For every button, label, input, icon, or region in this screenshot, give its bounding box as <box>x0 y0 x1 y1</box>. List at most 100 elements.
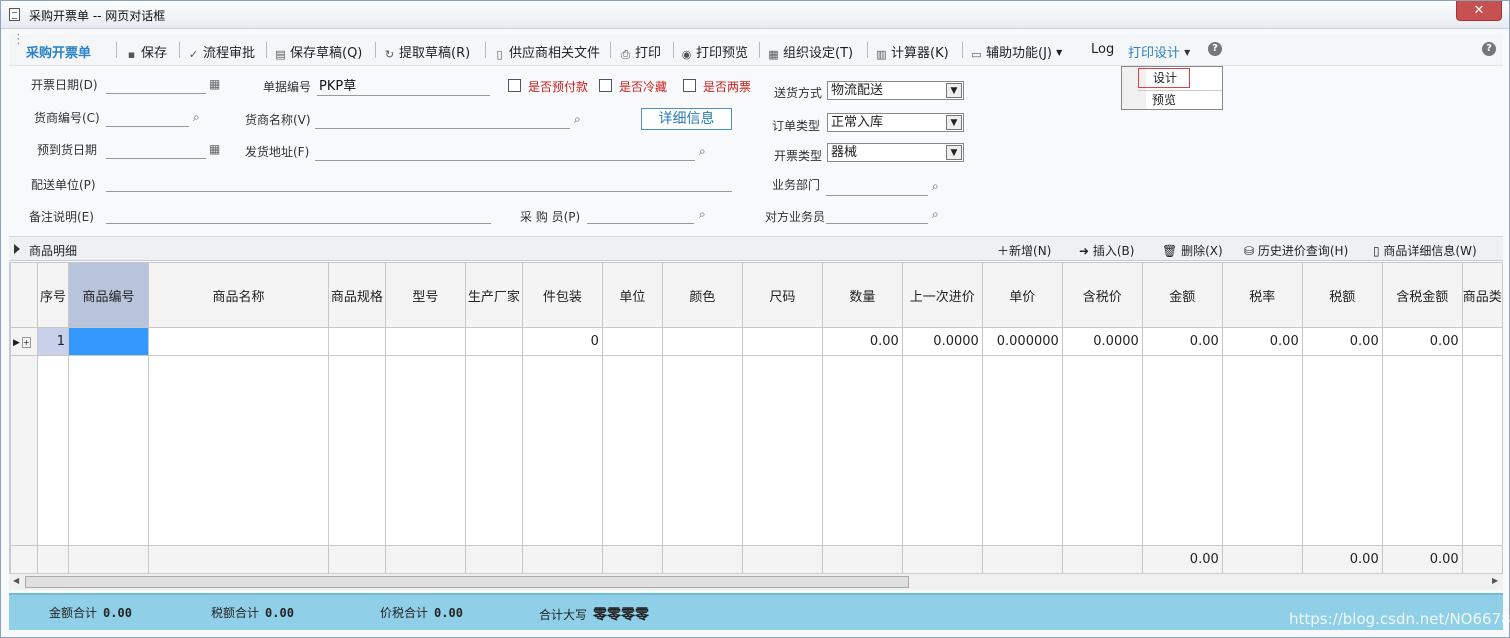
column-header[interactable]: 序号 <box>36 262 69 328</box>
grid-cell[interactable] <box>147 327 329 356</box>
column-header[interactable]: 数量 <box>821 262 903 328</box>
grid-cell[interactable]: 0.00 <box>1221 327 1303 356</box>
column-header[interactable]: 商品类 <box>1461 262 1503 328</box>
horizontal-scrollbar[interactable]: ◀ ▶ <box>9 573 1503 590</box>
lookup-icon[interactable]: ⌕ <box>699 207 717 221</box>
invoice-date-input[interactable] <box>106 76 206 94</box>
column-header[interactable]: 单位 <box>601 262 663 328</box>
scrollbar-thumb[interactable] <box>25 576 909 588</box>
price-history-button[interactable]: ⛁ 历史进价查询(H) <box>1244 242 1348 259</box>
load-draft-button[interactable]: ↻ 提取草稿(R) <box>383 42 470 61</box>
column-header[interactable]: 税率 <box>1221 262 1303 328</box>
expand-icon[interactable]: + <box>21 337 31 348</box>
grid-cell[interactable] <box>464 327 523 356</box>
arrival-date-input[interactable] <box>106 141 206 159</box>
supplier-name-input[interactable] <box>315 111 570 129</box>
delivery-unit-input[interactable] <box>106 174 732 192</box>
print-preview-button[interactable]: ◉ 打印预览 <box>680 42 748 61</box>
expand-arrow-icon[interactable] <box>14 244 20 254</box>
column-header[interactable]: 商品规格 <box>327 262 386 328</box>
print-button[interactable]: ⎙ 打印 <box>619 42 661 61</box>
invoice-type-select[interactable]: 器械 ▼ <box>827 143 964 162</box>
remark-input[interactable] <box>106 206 491 224</box>
column-header[interactable]: 含税价 <box>1061 262 1143 328</box>
menu-item-preview[interactable]: 预览 <box>1138 90 1222 110</box>
grid-title: 商品明细 <box>29 244 78 258</box>
scroll-right-icon[interactable]: ▶ <box>1492 576 1498 585</box>
table-row[interactable]: ▶ + 1 0 0.00 0.0000 0.000000 0.0000 0.00 … <box>10 327 1503 356</box>
prepay-checkbox[interactable] <box>508 79 521 92</box>
grid-cell[interactable]: 0.00 <box>1381 327 1463 356</box>
calendar-icon[interactable]: ▦ <box>209 142 227 156</box>
workflow-approve-button[interactable]: ✓ 流程审批 <box>187 42 255 61</box>
separator <box>116 42 117 58</box>
column-header[interactable]: 型号 <box>384 262 466 328</box>
menu-item-design[interactable]: 设计 <box>1138 68 1190 88</box>
org-settings-button[interactable]: ▦ 组织设定(T) <box>767 42 853 61</box>
column-header[interactable]: 生产厂家 <box>464 262 523 328</box>
cold-checkbox[interactable] <box>599 79 612 92</box>
two-invoice-checkbox[interactable] <box>683 79 696 92</box>
chevron-down-icon: ▼ <box>946 115 962 130</box>
column-header[interactable]: 颜色 <box>661 262 743 328</box>
delivery-method-select[interactable]: 物流配送 ▼ <box>827 81 964 100</box>
grid-cell[interactable]: 1 <box>36 327 69 356</box>
ship-address-input[interactable] <box>315 143 695 161</box>
column-header[interactable]: 上一次进价 <box>901 262 983 328</box>
row-indicator[interactable]: ▶ + <box>10 327 38 356</box>
grid-cell[interactable]: 0.0000 <box>1061 327 1143 356</box>
grid-cell[interactable]: 0.000000 <box>981 327 1063 356</box>
grid-cell[interactable]: 0 <box>521 327 603 356</box>
grid-cell[interactable] <box>661 327 743 356</box>
product-detail-button[interactable]: ▯ 商品详细信息(W) <box>1373 242 1477 259</box>
column-header[interactable]: 商品编号 <box>67 262 149 328</box>
lookup-icon[interactable]: ⌕ <box>932 179 950 193</box>
save-button[interactable]: ▪ 保存 <box>125 42 167 61</box>
column-header[interactable]: 单价 <box>981 262 1063 328</box>
column-header[interactable]: 税额 <box>1301 262 1383 328</box>
column-header[interactable]: 含税金额 <box>1381 262 1463 328</box>
buyer-input[interactable] <box>587 206 694 224</box>
detail-info-button[interactable]: 详细信息 <box>641 108 732 130</box>
aux-functions-button[interactable]: ▭ 辅助功能(J) ▼ <box>970 42 1062 61</box>
lookup-icon[interactable]: ⌕ <box>932 207 950 221</box>
separator <box>179 42 180 58</box>
bill-no-input[interactable]: PKP草 <box>317 78 490 96</box>
uppercase-total-label: 合计大写 <box>539 608 588 622</box>
grid-cell[interactable]: 0.0000 <box>901 327 983 356</box>
calendar-icon[interactable]: ▦ <box>209 77 227 91</box>
column-header[interactable]: 商品名称 <box>147 262 329 328</box>
department-input[interactable] <box>826 178 928 196</box>
grid-cell[interactable] <box>384 327 466 356</box>
lookup-icon[interactable]: ⌕ <box>574 112 592 126</box>
grid-cell[interactable] <box>601 327 663 356</box>
supplier-no-input[interactable] <box>106 109 189 127</box>
lookup-icon[interactable]: ⌕ <box>699 144 717 158</box>
help-icon[interactable]: ? <box>1482 42 1496 56</box>
print-design-button[interactable]: 打印设计 ▼ <box>1128 42 1190 61</box>
insert-row-button[interactable]: ➜ 插入(B) <box>1079 242 1134 259</box>
add-row-button[interactable]: ＋新增(N) <box>997 242 1051 259</box>
calculator-button[interactable]: ▥ 计算器(K) <box>875 42 948 61</box>
grid-cell[interactable]: 0.00 <box>1301 327 1383 356</box>
scroll-left-icon[interactable]: ◀ <box>13 576 19 585</box>
grid-cell[interactable] <box>327 327 386 356</box>
grid-cell[interactable] <box>67 327 149 356</box>
counterpart-input[interactable] <box>826 206 928 224</box>
grid-cell[interactable] <box>1461 327 1503 356</box>
column-header[interactable]: 件包装 <box>521 262 603 328</box>
grid-cell[interactable]: 0.00 <box>821 327 903 356</box>
order-type-label: 订单类型 <box>772 119 821 133</box>
lookup-icon[interactable]: ⌕ <box>193 110 211 124</box>
supplier-files-button[interactable]: ▯ 供应商相关文件 <box>493 42 600 61</box>
grid-cell[interactable] <box>741 327 823 356</box>
delete-row-button[interactable]: 🗑 删除(X) <box>1162 242 1223 259</box>
log-button[interactable]: Log <box>1091 42 1114 57</box>
order-type-select[interactable]: 正常入库 ▼ <box>827 113 964 132</box>
save-draft-button[interactable]: ▤ 保存草稿(Q) <box>274 42 362 61</box>
grid-cell[interactable]: 0.00 <box>1141 327 1223 356</box>
column-header[interactable]: 金额 <box>1141 262 1223 328</box>
column-header[interactable]: 尺码 <box>741 262 823 328</box>
close-button[interactable]: ✕ <box>1456 1 1502 21</box>
help-icon[interactable]: ? <box>1208 42 1222 56</box>
